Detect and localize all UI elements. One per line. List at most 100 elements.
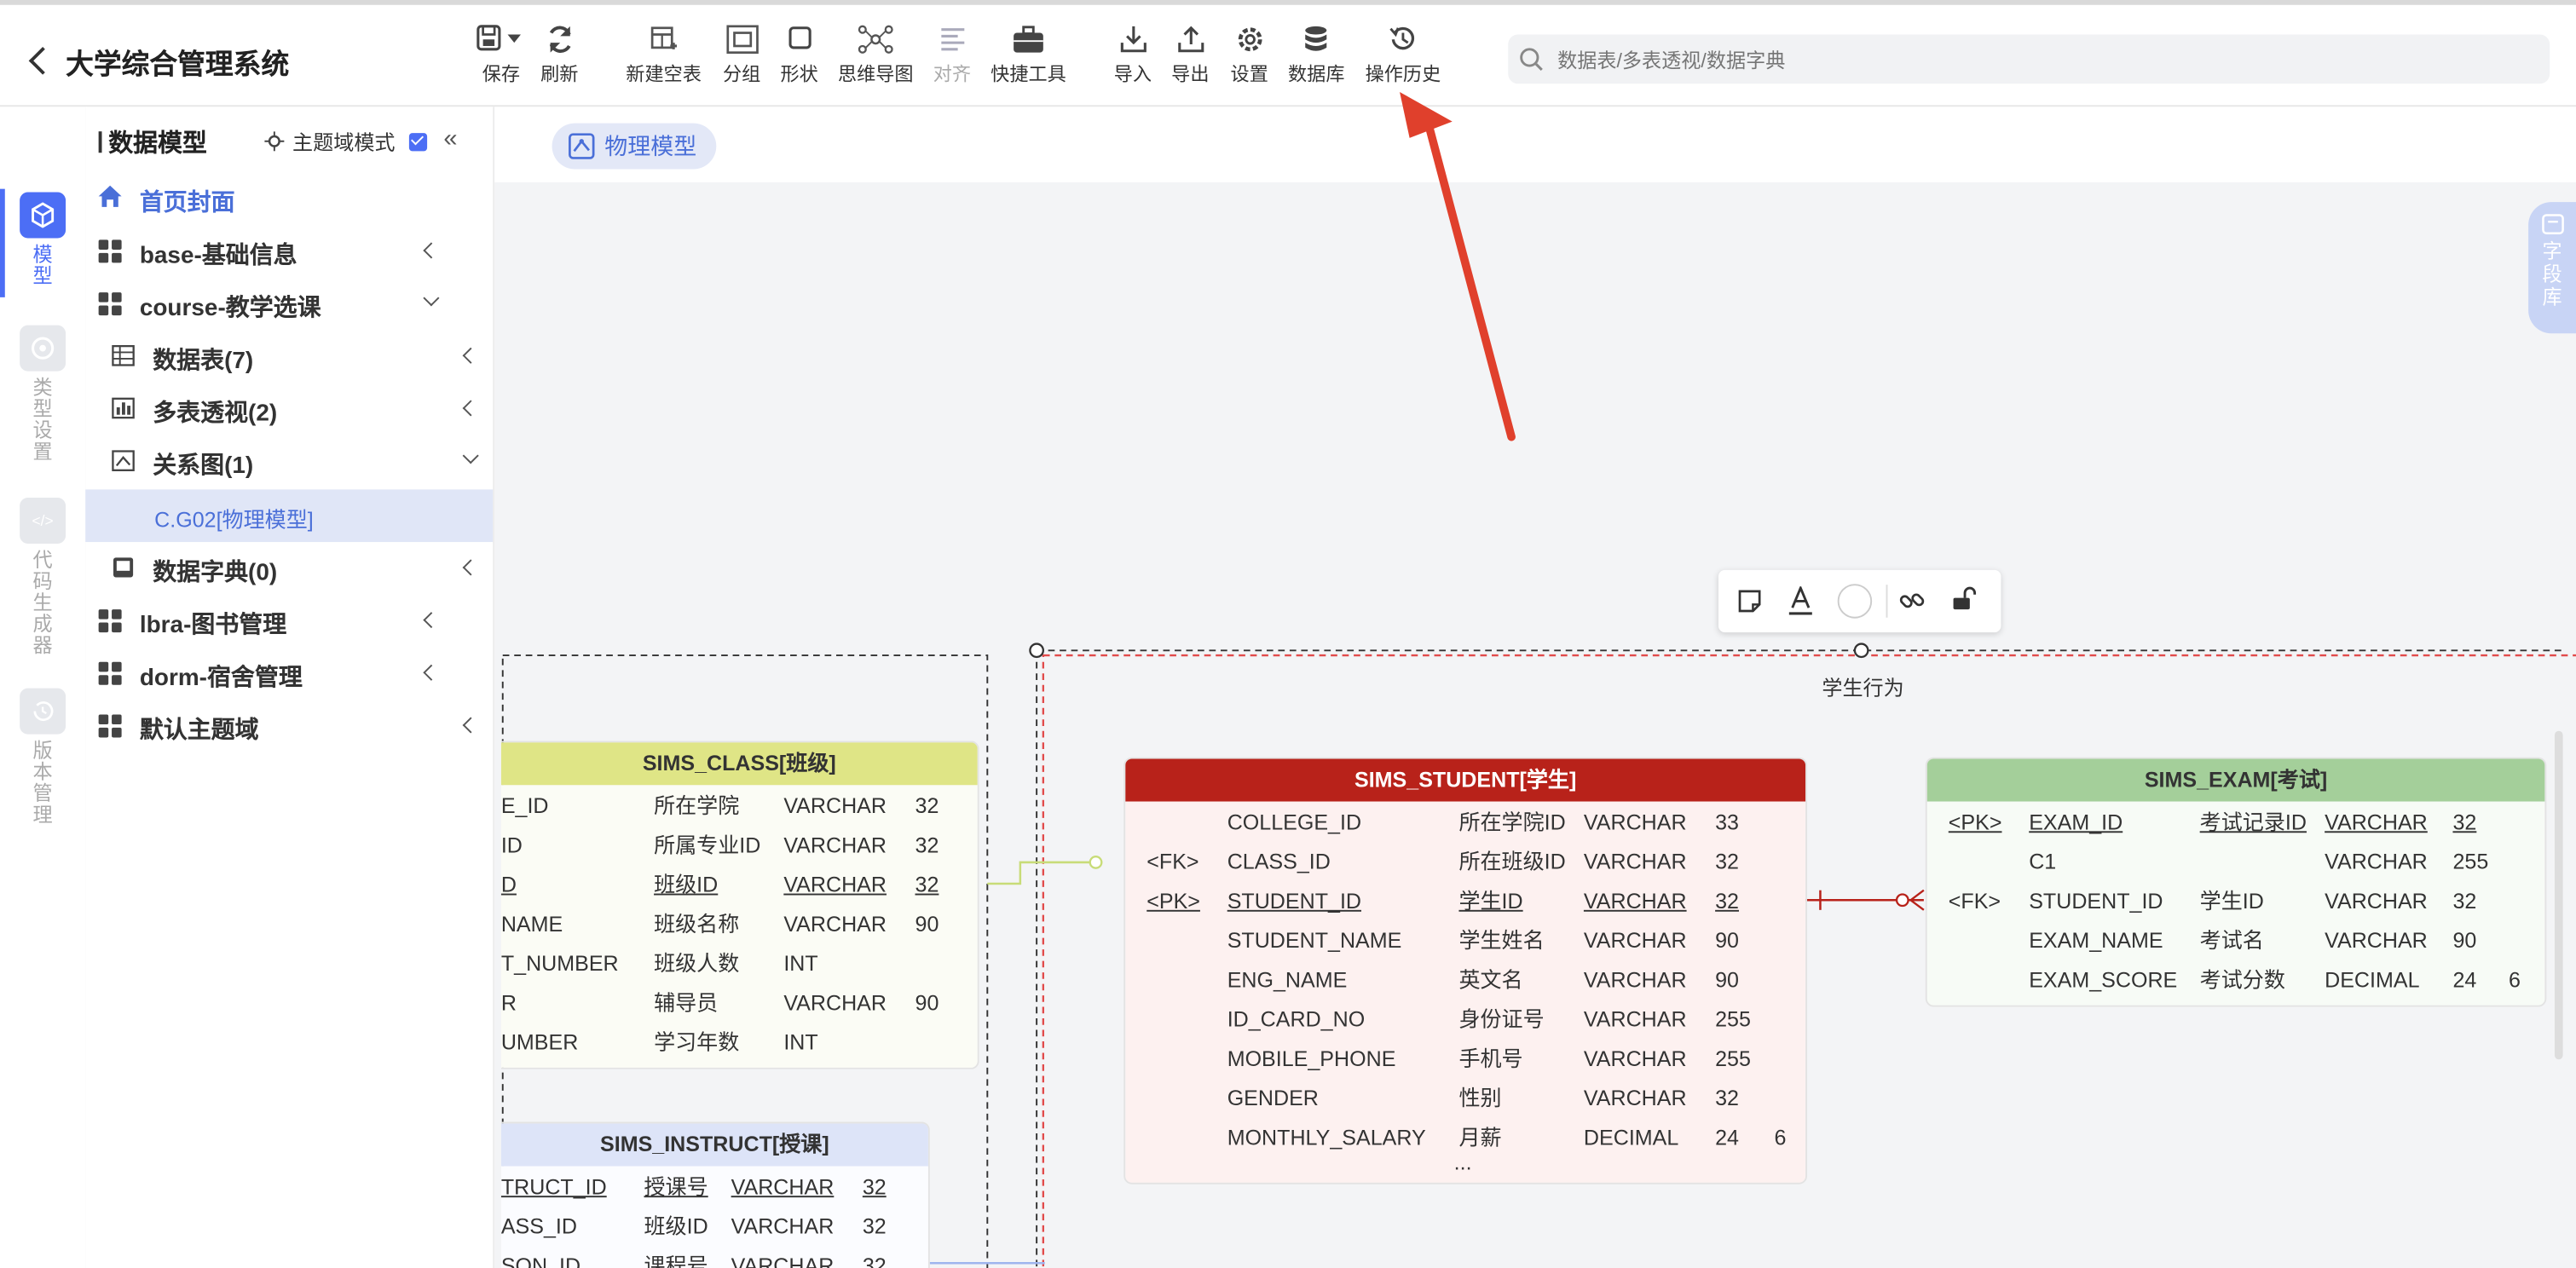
selection-handle[interactable] <box>1853 643 1869 659</box>
save-button[interactable]: 保存 <box>477 25 526 87</box>
align-button[interactable]: 对齐 <box>933 25 971 87</box>
history-icon <box>1389 26 1414 50</box>
column-key: <FK> <box>1146 849 1199 874</box>
export-icon <box>1177 26 1204 53</box>
rail-item-version[interactable]: 版本管理 <box>16 688 69 827</box>
table-row[interactable]: D 班级ID VARCHAR 32 <box>501 866 978 905</box>
table-row[interactable]: NAME 班级名称 VARCHAR 90 <box>501 905 978 944</box>
mindmap-button[interactable]: 思维导图 <box>838 25 914 87</box>
table-row[interactable]: <PK> EXAM_ID 考试记录ID VARCHAR 32 <box>1927 804 2545 843</box>
group-button[interactable]: 分组 <box>723 25 760 87</box>
sidebar-item-home[interactable]: 首页封面 <box>85 172 493 225</box>
group-icon <box>725 25 758 55</box>
theme-mode-toggle[interactable]: 主题域模式 <box>264 124 428 156</box>
sidebar-item-default-domain[interactable]: 默认主题域 <box>85 700 493 752</box>
settings-button[interactable]: 设置 <box>1231 25 1268 87</box>
search-input[interactable] <box>1554 43 2531 79</box>
link-icon[interactable] <box>1899 588 1926 614</box>
sidebar-item-diagram-cg02[interactable]: C.G02[物理模型] <box>85 489 494 543</box>
table-row[interactable]: <PK> STUDENT_ID 学生ID VARCHAR 32 <box>1125 882 1805 921</box>
diagram-canvas[interactable]: 物理模型 学生行为 字段库 SIMS_CLASS[班级] E_ID 所在学院 V… <box>494 107 2576 1268</box>
table-row[interactable]: COLLEGE_ID 所在学院ID VARCHAR 33 <box>1125 804 1805 843</box>
chevron-left-icon <box>462 400 479 417</box>
table-row[interactable]: ASS_ID 班级ID VARCHAR 32 <box>501 1207 928 1247</box>
table-row[interactable]: ENG_NAME 英文名 VARCHAR 90 <box>1125 961 1805 1000</box>
export-button[interactable]: 导出 <box>1171 25 1209 87</box>
table-sims-student[interactable]: SIMS_STUDENT[学生] COLLEGE_ID 所在学院ID VARCHAR… <box>1123 757 1808 1184</box>
sidebar-item-dictionary[interactable]: 数据字典(0) <box>85 542 493 595</box>
table-row[interactable]: TRUCT_ID 授课号 VARCHAR 32 <box>501 1167 928 1207</box>
column-comment: 班级ID <box>654 872 719 897</box>
table-row[interactable]: STUDENT_NAME 学生姓名 VARCHAR 90 <box>1125 921 1805 960</box>
sidebar-item-lbra[interactable]: lbra-图书管理 <box>85 595 493 648</box>
table-sims-class[interactable]: SIMS_CLASS[班级] E_ID 所在学院 VARCHAR 32 ID 所属专业ID… <box>500 741 979 1069</box>
sidebar-item-base[interactable]: base-基础信息 <box>85 225 493 278</box>
column-name: R <box>500 990 517 1016</box>
table-row[interactable]: R 辅导员 VARCHAR 90 <box>501 984 978 1023</box>
table-row[interactable]: ID 所属专业ID VARCHAR 32 <box>501 827 978 866</box>
sidebar-item-diagrams[interactable]: 关系图(1) <box>85 435 493 488</box>
shape-button[interactable]: 形状 <box>780 25 818 87</box>
field-library-icon <box>2541 214 2563 234</box>
field-library-button[interactable]: 字段库 <box>2528 202 2576 334</box>
table-row[interactable]: GENDER 性别 VARCHAR 32 <box>1125 1079 1805 1118</box>
table-row[interactable]: UMBER 学习年数 INT <box>501 1023 978 1063</box>
toolbar-label: 数据库 <box>1288 66 1345 86</box>
rail-item-type-settings[interactable]: 类型设置 <box>16 325 69 464</box>
import-button[interactable]: 导入 <box>1114 25 1152 87</box>
floating-toolbar <box>1718 569 2001 633</box>
table-row[interactable]: T_NUMBER 班级人数 INT <box>501 944 978 983</box>
column-comment: 考试记录ID <box>2199 810 2307 835</box>
sidebar-item-tables[interactable]: 数据表(7) <box>85 330 493 383</box>
table-row[interactable]: EXAM_SCORE 考试分数 DECIMAL 24 6 <box>1927 961 2545 1000</box>
toolbar-label: 形状 <box>780 66 818 86</box>
table-sims-exam[interactable]: SIMS_EXAM[考试] <PK> EXAM_ID 考试记录ID VARCHAR 32… <box>1925 757 2547 1007</box>
note-icon[interactable] <box>1736 588 1763 614</box>
rail-item-code-generator[interactable]: </> 代码生成器 <box>16 498 69 657</box>
table-header[interactable]: SIMS_INSTRUCT[授课] <box>500 1123 928 1167</box>
table-header[interactable]: SIMS_EXAM[考试] <box>1926 758 2545 802</box>
collapse-sidebar-button[interactable]: « <box>443 124 457 153</box>
column-type: DECIMAL <box>2325 967 2420 993</box>
table-row[interactable]: E_ID 所在学院 VARCHAR 32 <box>501 787 978 826</box>
table-row[interactable]: ID_CARD_NO 身份证号 VARCHAR 255 <box>1125 1000 1805 1040</box>
table-row[interactable]: MOBILE_PHONE 手机号 VARCHAR 255 <box>1125 1040 1805 1079</box>
column-type: VARCHAR <box>1583 888 1687 914</box>
sidebar-item-dorm[interactable]: dorm-宿舍管理 <box>85 647 493 700</box>
theme-mode-checkbox[interactable] <box>408 132 428 152</box>
back-button[interactable]: 大学综合管理系统 <box>28 41 290 82</box>
column-comment: 学生姓名 <box>1458 928 1545 953</box>
class-student-relation[interactable] <box>987 861 1103 885</box>
refresh-icon <box>548 26 570 53</box>
rail-item-model[interactable]: 模型 <box>16 192 69 288</box>
column-key: <FK> <box>1948 888 2001 914</box>
table-row[interactable]: <FK> CLASS_ID 所在班级ID VARCHAR 32 <box>1125 843 1805 882</box>
database-button[interactable]: 数据库 <box>1288 25 1344 87</box>
sidebar-item-course[interactable]: course-教学选课 <box>85 278 493 331</box>
canvas-scrollbar[interactable] <box>2554 730 2563 1060</box>
table-row[interactable]: C1 VARCHAR 255 <box>1927 843 2545 882</box>
import-icon <box>1119 26 1146 53</box>
selection-handle[interactable] <box>1029 643 1044 659</box>
text-color-icon[interactable] <box>1788 586 1814 616</box>
table-row[interactable]: SON_ID 课程号 VARCHAR 32 <box>501 1247 928 1268</box>
column-name: TRUCT_ID <box>500 1174 607 1200</box>
table-sims-instruct[interactable]: SIMS_INSTRUCT[授课] TRUCT_ID 授课号 VARCHAR 32 AS… <box>500 1121 930 1268</box>
more-fields-indicator[interactable]: ... <box>1125 1151 1805 1174</box>
new-table-button[interactable]: 新建空表 <box>626 25 702 87</box>
refresh-button[interactable]: 刷新 <box>540 25 578 87</box>
quick-tools-button[interactable]: 快捷工具 <box>991 25 1066 87</box>
column-scale: 6 <box>2508 967 2521 993</box>
column-type: VARCHAR <box>1583 967 1687 993</box>
column-type: VARCHAR <box>731 1174 835 1200</box>
table-row[interactable]: <FK> STUDENT_ID 学生ID VARCHAR 32 <box>1927 882 2545 921</box>
table-row[interactable]: EXAM_NAME 考试名 VARCHAR 90 <box>1927 921 2545 960</box>
search-box[interactable] <box>1508 34 2550 84</box>
lock-icon[interactable] <box>1950 586 1977 613</box>
table-header[interactable]: SIMS_STUDENT[学生] <box>1125 758 1806 802</box>
fill-color-icon[interactable] <box>1837 583 1873 619</box>
column-comment: 学生ID <box>1458 888 1523 914</box>
sidebar-item-pivots[interactable]: 多表透视(2) <box>85 383 493 435</box>
history-button[interactable]: 操作历史 <box>1366 25 1441 87</box>
table-header[interactable]: SIMS_CLASS[班级] <box>500 742 978 786</box>
